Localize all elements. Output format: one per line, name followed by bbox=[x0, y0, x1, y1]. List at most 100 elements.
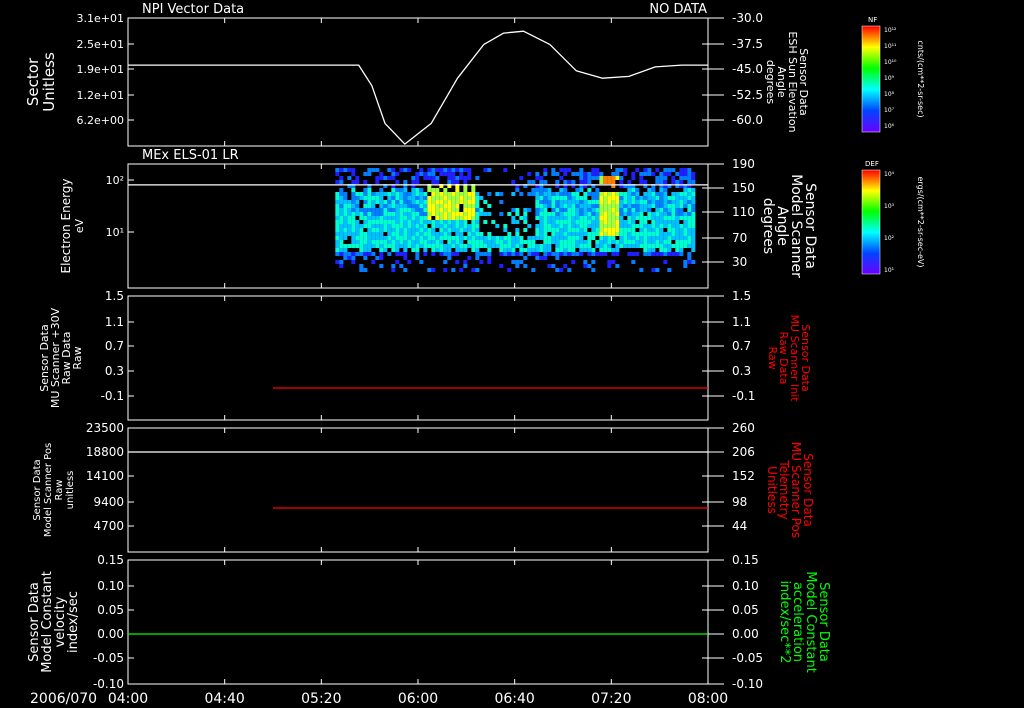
spectrogram-cell bbox=[687, 236, 692, 240]
spectrogram-cell bbox=[539, 180, 544, 184]
spectrogram-cell bbox=[535, 228, 540, 232]
spectrogram-cell bbox=[579, 176, 584, 180]
spectrogram-cell bbox=[527, 172, 532, 176]
spectrogram-cell bbox=[571, 236, 576, 240]
spectrogram-cell bbox=[351, 168, 356, 172]
spectrogram-cell bbox=[431, 252, 436, 256]
spectrogram-cell bbox=[467, 224, 472, 228]
spectrogram-cell bbox=[651, 212, 656, 216]
spectrogram-cell bbox=[403, 256, 408, 260]
spectrogram-cell bbox=[639, 172, 644, 176]
spectrogram-cell bbox=[691, 172, 696, 176]
spectrogram-cell bbox=[411, 220, 416, 224]
spectrogram-cell bbox=[603, 208, 608, 212]
spectrogram-cell bbox=[379, 228, 384, 232]
spectrogram-cell bbox=[363, 248, 368, 252]
spectrogram-cell bbox=[551, 232, 556, 236]
spectrogram-cell bbox=[479, 240, 484, 244]
spectrogram-cell bbox=[691, 212, 696, 216]
spectrogram-cell bbox=[407, 192, 412, 196]
spectrogram-cell bbox=[355, 232, 360, 236]
spectrogram-cell bbox=[611, 180, 616, 184]
spectrogram-cell bbox=[515, 260, 520, 264]
spectrogram-cell bbox=[359, 228, 364, 232]
spectrogram-cell bbox=[539, 204, 544, 208]
spectrogram-cell bbox=[447, 244, 452, 248]
spectrogram-cell bbox=[647, 228, 652, 232]
spectrogram-cell bbox=[387, 224, 392, 228]
spectrogram-cell bbox=[635, 200, 640, 204]
spectrogram-cell bbox=[423, 252, 428, 256]
right-tick-label-p1-1: 150 bbox=[732, 181, 755, 195]
spectrogram-cell bbox=[451, 212, 456, 216]
spectrogram-cell bbox=[683, 204, 688, 208]
spectrogram-cell bbox=[419, 208, 424, 212]
spectrogram-cell bbox=[655, 168, 660, 172]
spectrogram-cell bbox=[439, 252, 444, 256]
spectrogram-cell bbox=[415, 248, 420, 252]
spectrogram-cell bbox=[563, 168, 568, 172]
spectrogram-cell bbox=[575, 188, 580, 192]
spectrogram-cell bbox=[491, 236, 496, 240]
spectrogram-cell bbox=[611, 208, 616, 212]
spectrogram-cell bbox=[555, 232, 560, 236]
spectrogram-cell bbox=[655, 224, 660, 228]
spectrogram-cell bbox=[439, 240, 444, 244]
spectrogram-cell bbox=[599, 180, 604, 184]
spectrogram-cell bbox=[411, 200, 416, 204]
spectrogram-cell bbox=[643, 168, 648, 172]
spectrogram-cell bbox=[663, 192, 668, 196]
spectrogram-cell bbox=[539, 192, 544, 196]
spectrogram-cell bbox=[447, 224, 452, 228]
spectrogram-cell bbox=[583, 200, 588, 204]
spectrogram-cell bbox=[671, 204, 676, 208]
spectrogram-cell bbox=[411, 196, 416, 200]
nf-tick-3: 10⁹ bbox=[884, 75, 895, 82]
spectrogram-cell bbox=[639, 196, 644, 200]
right-tick-label-p3-0: 260 bbox=[732, 421, 755, 435]
panel-1-ylabel-left-2: Unitless bbox=[40, 52, 58, 112]
spectrogram-cell bbox=[647, 244, 652, 248]
spectrogram-cell bbox=[535, 224, 540, 228]
spectrogram-cell bbox=[451, 172, 456, 176]
spectrogram-cell bbox=[563, 216, 568, 220]
spectrogram-cell bbox=[603, 216, 608, 220]
spectrogram-cell bbox=[347, 204, 352, 208]
spectrogram-cell bbox=[659, 216, 664, 220]
spectrogram-cell bbox=[487, 212, 492, 216]
spectrogram-cell bbox=[379, 212, 384, 216]
spectrogram-cell bbox=[551, 200, 556, 204]
spectrogram-cell bbox=[355, 236, 360, 240]
spectrogram-cell bbox=[659, 196, 664, 200]
spectrogram-cell bbox=[547, 196, 552, 200]
spectrogram-cell bbox=[395, 260, 400, 264]
spectrogram-cell bbox=[507, 232, 512, 236]
spectrogram-cell bbox=[611, 240, 616, 244]
spectrogram-cell bbox=[631, 244, 636, 248]
spectrogram-cell bbox=[335, 208, 340, 212]
spectrogram-cell bbox=[511, 248, 516, 252]
spectrogram-cell bbox=[423, 208, 428, 212]
spectrogram-cell bbox=[471, 268, 476, 272]
spectrogram-cell bbox=[375, 180, 380, 184]
spectrogram-cell bbox=[651, 204, 656, 208]
spectrogram-cell bbox=[635, 232, 640, 236]
spectrogram-cell bbox=[359, 248, 364, 252]
spectrogram-cell bbox=[443, 252, 448, 256]
spectrogram-cell bbox=[367, 232, 372, 236]
spectrogram-cell bbox=[567, 248, 572, 252]
spectrogram-cell bbox=[339, 220, 344, 224]
spectrogram-cell bbox=[559, 176, 564, 180]
spectrogram-cell bbox=[363, 236, 368, 240]
spectrogram-cell bbox=[559, 192, 564, 196]
spectrogram-cell bbox=[407, 260, 412, 264]
spectrogram-cell bbox=[679, 224, 684, 228]
spectrogram-cell bbox=[423, 232, 428, 236]
spectrogram-cell bbox=[399, 240, 404, 244]
spectrogram-cell bbox=[567, 196, 572, 200]
spectrogram-cell bbox=[555, 244, 560, 248]
spectrogram-cell bbox=[371, 192, 376, 196]
spectrogram-cell bbox=[591, 176, 596, 180]
spectrogram-cell bbox=[583, 208, 588, 212]
spectrogram-cell bbox=[691, 244, 696, 248]
